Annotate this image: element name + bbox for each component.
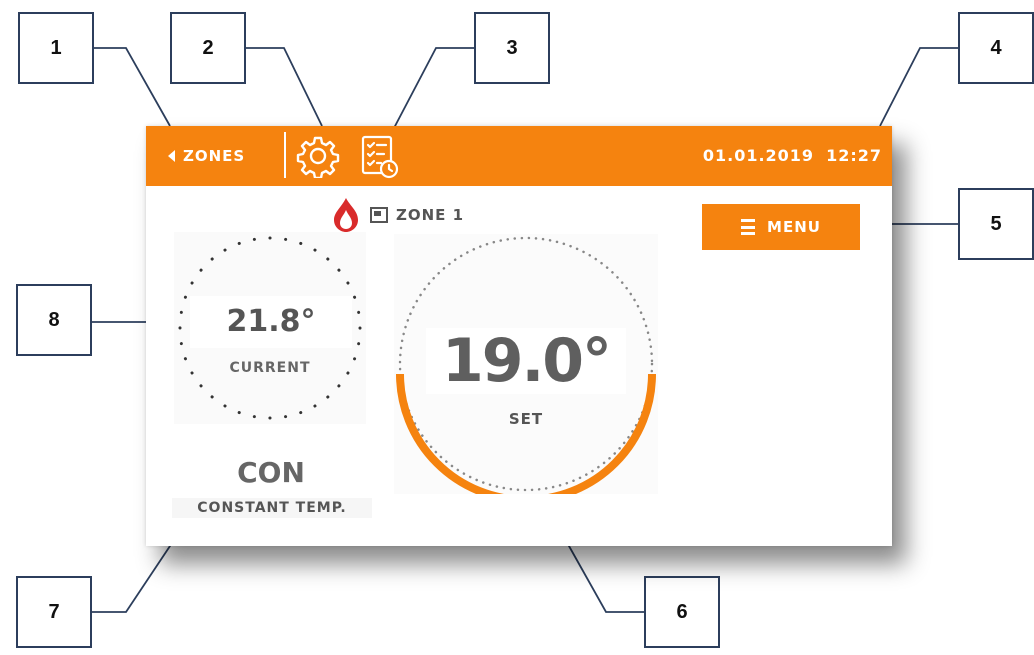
date-text: 01.01.2019 xyxy=(702,146,815,165)
zone-name: ZONE 1 xyxy=(396,206,465,224)
callout-1: 1 xyxy=(18,12,94,84)
set-temperature-control[interactable]: 19.0° SET xyxy=(394,234,658,494)
current-temperature-panel: 21.8° CURRENT xyxy=(174,232,366,424)
callout-8: 8 xyxy=(16,284,92,356)
set-temperature-label: SET xyxy=(508,410,544,428)
back-to-zones-button[interactable]: ZONES xyxy=(168,142,245,170)
schedule-checklist-icon[interactable] xyxy=(360,134,400,180)
menu-button[interactable]: MENU xyxy=(702,204,860,250)
zone-square-icon xyxy=(370,207,388,223)
menu-label: MENU xyxy=(767,218,821,236)
top-bar: ZONES 01.01.2019 12:27 xyxy=(146,126,892,186)
current-temperature-value: 21.8° xyxy=(190,296,352,348)
back-label: ZONES xyxy=(183,147,246,165)
mode-name[interactable]: CONSTANT TEMP. xyxy=(172,498,372,518)
time-text: 12:27 xyxy=(826,146,882,165)
callout-3: 3 xyxy=(474,12,550,84)
zone-header: ZONE 1 xyxy=(332,198,465,232)
gear-icon[interactable] xyxy=(296,134,340,178)
mode-code[interactable]: CON xyxy=(146,456,396,489)
topbar-divider xyxy=(284,132,286,178)
callout-7: 7 xyxy=(16,576,92,648)
callout-6: 6 xyxy=(644,576,720,648)
callout-5: 5 xyxy=(958,188,1034,260)
date-time: 01.01.2019 12:27 xyxy=(703,146,882,165)
hamburger-icon xyxy=(741,219,756,235)
triangle-left-icon xyxy=(168,150,175,162)
current-temperature-label: CURRENT xyxy=(229,360,311,376)
callout-4: 4 xyxy=(958,12,1034,84)
flame-icon xyxy=(334,198,358,232)
callout-2: 2 xyxy=(170,12,246,84)
set-temperature-value: 19.0° xyxy=(426,328,626,394)
controller-screen: ZONES 01.01.2019 12:27 ZONE 1 MENU 21.8°… xyxy=(146,126,892,546)
